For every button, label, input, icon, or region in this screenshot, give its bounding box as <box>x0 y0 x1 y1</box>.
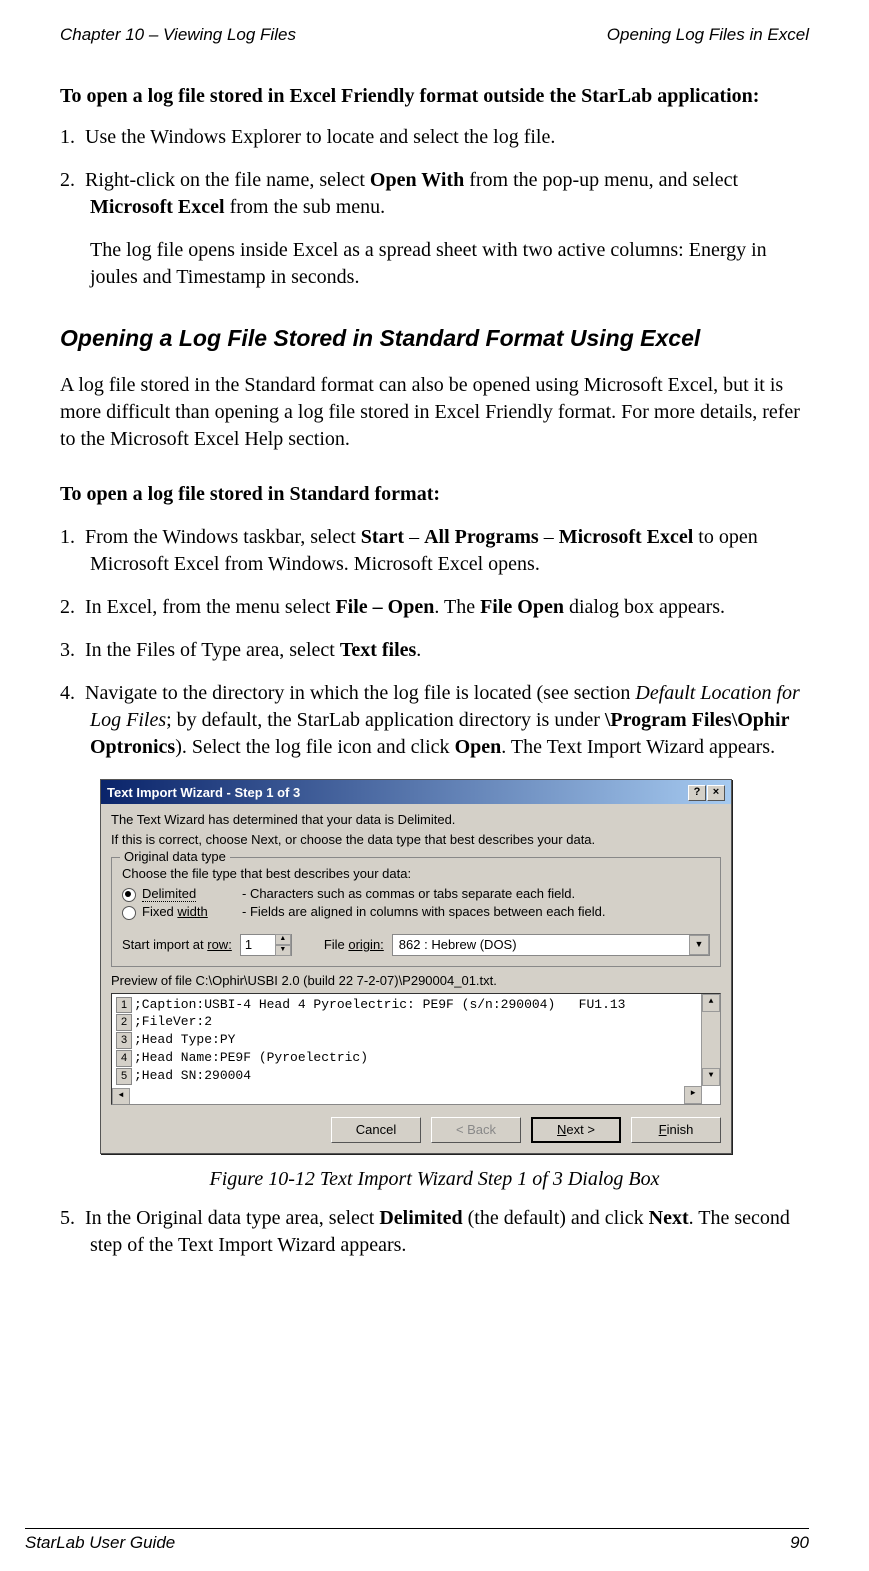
back-button[interactable]: < Back <box>431 1117 521 1143</box>
scroll-up-icon[interactable]: ▲ <box>702 994 720 1012</box>
list1-item1: 1. Use the Windows Explorer to locate an… <box>60 124 809 151</box>
help-icon[interactable]: ? <box>688 785 706 801</box>
original-data-type-group: Original data type Choose the file type … <box>111 857 721 967</box>
wizard-line2: If this is correct, choose Next, or choo… <box>111 832 721 849</box>
list-number: 1. <box>60 526 75 548</box>
page-footer: StarLab User Guide 90 <box>25 1528 809 1553</box>
list1-item2: 2. Right-click on the file name, select … <box>60 167 809 291</box>
header-left: Chapter 10 – Viewing Log Files <box>60 25 296 45</box>
radio-delimited[interactable]: Delimited - Characters such as commas or… <box>122 886 710 902</box>
text-import-wizard-dialog: Text Import Wizard - Step 1 of 3 ?× The … <box>100 779 732 1154</box>
preview-label: Preview of file C:\Ophir\USBI 2.0 (build… <box>111 973 721 990</box>
list2-item4: 4. Navigate to the directory in which th… <box>60 680 809 761</box>
radio-fixed-width[interactable]: Fixed width - Fields are aligned in colu… <box>122 904 710 920</box>
figure-caption: Figure 10-12 Text Import Wizard Step 1 o… <box>60 1166 809 1193</box>
file-origin-label: File origin: <box>324 937 384 952</box>
list-number: 4. <box>60 682 75 704</box>
close-icon[interactable]: × <box>707 785 725 801</box>
list-number: 5. <box>60 1207 75 1229</box>
scroll-right-icon[interactable]: ► <box>684 1086 702 1104</box>
list2-item3: 3. In the Files of Type area, select Tex… <box>60 637 809 664</box>
header-right: Opening Log Files in Excel <box>607 25 809 45</box>
spinner-up-icon[interactable]: ▲ <box>275 934 291 945</box>
section-heading: Opening a Log File Stored in Standard Fo… <box>60 325 809 352</box>
scroll-left-icon[interactable]: ◄ <box>112 1088 130 1105</box>
list-number: 1. <box>60 126 75 148</box>
list1-item1-text: Use the Windows Explorer to locate and s… <box>85 126 555 148</box>
page-header: Chapter 10 – Viewing Log Files Opening L… <box>60 25 809 45</box>
list-number: 2. <box>60 169 75 191</box>
group-desc: Choose the file type that best describes… <box>122 866 710 883</box>
list2-item1: 1. From the Windows taskbar, select Star… <box>60 524 809 578</box>
group-legend: Original data type <box>120 849 230 864</box>
finish-button[interactable]: Finish <box>631 1117 721 1143</box>
radio-icon[interactable] <box>122 906 136 920</box>
file-origin-combo[interactable]: 862 : Hebrew (DOS) ▼ <box>392 934 710 956</box>
sub-heading: To open a log file stored in Standard fo… <box>60 481 809 508</box>
footer-right: 90 <box>790 1533 809 1553</box>
start-row-input[interactable]: 1 ▲▼ <box>240 934 292 956</box>
list-number: 2. <box>60 596 75 618</box>
section-para: A log file stored in the Standard format… <box>60 372 809 453</box>
chevron-down-icon[interactable]: ▼ <box>689 935 709 955</box>
vertical-scrollbar[interactable]: ▲▼ <box>701 994 720 1086</box>
footer-left: StarLab User Guide <box>25 1533 175 1553</box>
scroll-down-icon[interactable]: ▼ <box>702 1068 720 1086</box>
radio-icon[interactable] <box>122 888 136 902</box>
wizard-line1: The Text Wizard has determined that your… <box>111 812 721 829</box>
list2-item2: 2. In Excel, from the menu select File –… <box>60 594 809 621</box>
spinner-down-icon[interactable]: ▼ <box>275 945 291 956</box>
list1-item2-cont: The log file opens inside Excel as a spr… <box>90 237 809 291</box>
intro-heading: To open a log file stored in Excel Frien… <box>60 83 809 110</box>
wizard-figure: Text Import Wizard - Step 1 of 3 ?× The … <box>100 779 809 1154</box>
horizontal-scrollbar[interactable]: ◄► <box>112 1086 720 1104</box>
list3-item5: 5. In the Original data type area, selec… <box>60 1205 809 1259</box>
cancel-button[interactable]: Cancel <box>331 1117 421 1143</box>
preview-box: 1;Caption:USBI-4 Head 4 Pyroelectric: PE… <box>111 993 721 1105</box>
wizard-title: Text Import Wizard - Step 1 of 3 <box>107 785 300 800</box>
wizard-titlebar[interactable]: Text Import Wizard - Step 1 of 3 ?× <box>101 780 731 804</box>
list-number: 3. <box>60 639 75 661</box>
next-button[interactable]: Next > <box>531 1117 621 1143</box>
start-import-label: Start import at row: <box>122 937 232 952</box>
